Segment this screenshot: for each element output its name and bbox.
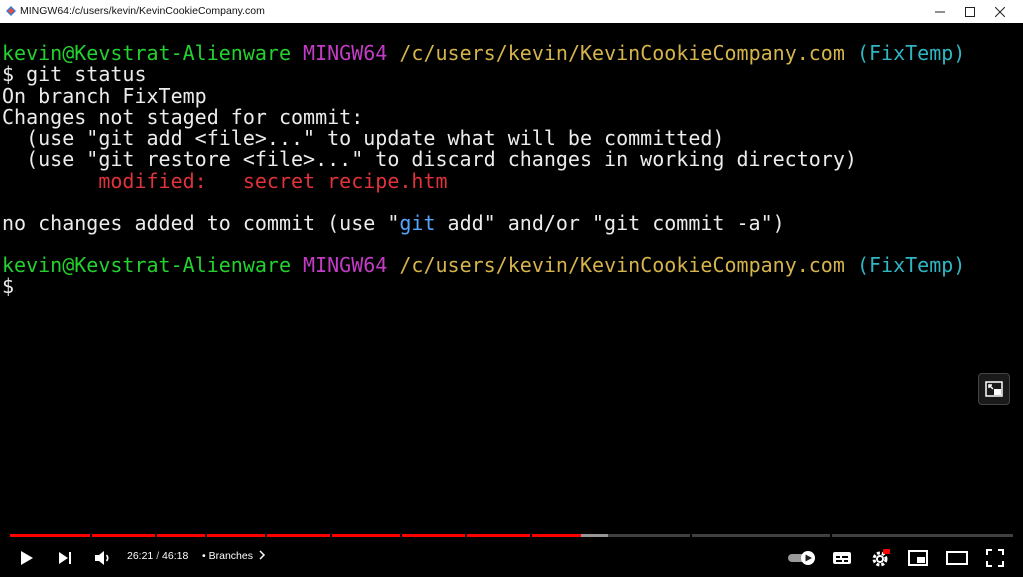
prompt-branch: (FixTemp) xyxy=(856,41,966,65)
output-hint-restore: (use "git restore <file>..." to discard … xyxy=(2,147,857,171)
no-changes-post: add" and/or "git commit -a") xyxy=(435,211,785,235)
chapter-bullet: • xyxy=(202,550,206,562)
input-prompt[interactable]: $ xyxy=(2,276,14,297)
next-button[interactable] xyxy=(52,546,78,570)
play-button[interactable] xyxy=(14,546,40,570)
prompt-line-1: kevin@Kevstrat-Alienware MINGW64 /c/user… xyxy=(2,43,965,64)
miniplayer-toggle-icon xyxy=(908,550,928,566)
autoplay-toggle[interactable] xyxy=(786,546,818,570)
window-title: MINGW64:/c/users/kevin/KevinCookieCompan… xyxy=(20,5,265,17)
minimize-button[interactable] xyxy=(925,0,955,23)
video-progress-bar[interactable] xyxy=(10,534,1013,537)
chapter-title: Branches xyxy=(208,550,253,562)
maximize-icon xyxy=(965,6,975,17)
fullscreen-icon xyxy=(986,549,1004,567)
app-icon xyxy=(6,6,16,16)
output-no-changes: no changes added to commit (use "git add… xyxy=(2,204,785,248)
output-changes: Changes not staged for commit: xyxy=(2,105,364,129)
progress-played xyxy=(10,534,581,537)
theater-mode-button[interactable] xyxy=(944,546,970,570)
settings-icon xyxy=(872,549,890,567)
fullscreen-button[interactable] xyxy=(982,546,1008,570)
prompt-env: MINGW64 xyxy=(303,41,388,65)
close-button[interactable] xyxy=(985,0,1015,23)
chapter-marker xyxy=(465,534,467,537)
prompt-user: kevin@Kevstrat-Alienware xyxy=(2,253,291,277)
chapter-button[interactable]: • Branches xyxy=(202,550,266,562)
screen: MINGW64:/c/users/kevin/KevinCookieCompan… xyxy=(0,0,1023,577)
terminal[interactable]: kevin@Kevstrat-Alienware MINGW64 /c/user… xyxy=(0,23,1023,528)
chapter-marker xyxy=(265,534,267,537)
modified-file: secret recipe.htm xyxy=(206,169,448,193)
output-hint-add: (use "git add <file>..." to update what … xyxy=(2,126,725,150)
highlighted-word: git xyxy=(399,211,436,235)
autoplay-toggle-icon xyxy=(788,551,815,565)
close-icon xyxy=(995,6,1005,17)
chapter-marker xyxy=(830,534,832,537)
no-changes-pre: no changes added to commit (use " xyxy=(2,211,400,235)
video-controls: 26:21 / 46:18 • Branches xyxy=(0,540,1023,577)
chapter-marker xyxy=(400,534,402,537)
time-separator: / xyxy=(156,550,160,562)
chapter-marker xyxy=(330,534,332,537)
command-line: $ git status xyxy=(2,62,147,86)
miniplayer-icon xyxy=(985,381,1003,397)
chapter-marker xyxy=(90,534,92,537)
time-display: 26:21 / 46:18 xyxy=(127,550,188,562)
prompt-path: /c/users/kevin/KevinCookieCompany.com xyxy=(399,41,845,65)
subtitles-button[interactable] xyxy=(829,546,855,570)
subtitles-icon xyxy=(833,552,851,564)
prompt-env: MINGW64 xyxy=(303,253,388,277)
output-branch: On branch FixTemp xyxy=(2,84,207,108)
cursor-highlight: git xyxy=(394,204,439,248)
chapter-marker xyxy=(205,534,207,537)
theater-icon xyxy=(946,551,968,565)
modified-label: modified: xyxy=(2,169,207,193)
duration: 46:18 xyxy=(162,550,189,562)
prompt-branch: (FixTemp) xyxy=(856,253,966,277)
miniplayer-button[interactable] xyxy=(978,373,1010,405)
prompt-line-2: kevin@Kevstrat-Alienware MINGW64 /c/user… xyxy=(2,255,965,276)
settings-button[interactable] xyxy=(867,546,893,570)
current-time: 26:21 xyxy=(127,550,154,562)
miniplayer-toggle-button[interactable] xyxy=(905,546,931,570)
window-titlebar[interactable]: MINGW64:/c/users/kevin/KevinCookieCompan… xyxy=(0,0,1023,23)
volume-icon xyxy=(95,551,109,565)
minimize-icon xyxy=(935,11,945,12)
chapter-marker xyxy=(155,534,157,537)
maximize-button[interactable] xyxy=(955,0,985,23)
play-icon xyxy=(21,551,33,565)
volume-button[interactable] xyxy=(90,546,116,570)
chapter-marker xyxy=(690,534,692,537)
chevron-right-icon xyxy=(259,550,265,560)
chapter-marker xyxy=(530,534,532,537)
prompt-path: /c/users/kevin/KevinCookieCompany.com xyxy=(399,253,845,277)
output-modified: modified: secret recipe.htm xyxy=(2,169,448,193)
next-icon xyxy=(59,552,71,564)
